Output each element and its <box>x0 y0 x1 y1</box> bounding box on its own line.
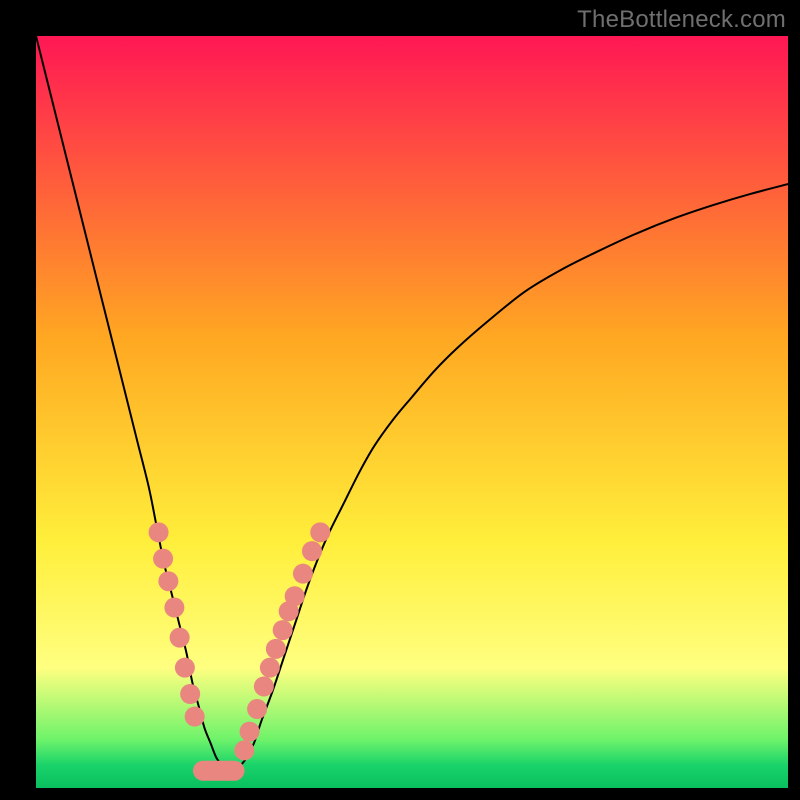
plot-area <box>36 36 788 788</box>
left-cluster-dots-5 <box>175 658 195 678</box>
left-cluster-dots-4 <box>170 628 190 648</box>
right-cluster-dots-3 <box>254 676 274 696</box>
right-cluster-dots-0 <box>234 740 254 760</box>
right-cluster-dots-4 <box>260 658 280 678</box>
left-cluster-dots-6 <box>180 684 200 704</box>
right-cluster-dots-6 <box>273 620 293 640</box>
watermark-text: TheBottleneck.com <box>577 6 786 34</box>
plot-svg <box>36 36 788 788</box>
left-cluster-dots-2 <box>158 571 178 591</box>
left-cluster-dots-3 <box>164 598 184 618</box>
gradient-background <box>36 36 788 788</box>
right-cluster-dots-11 <box>310 522 330 542</box>
chart-root: TheBottleneck.com <box>0 0 800 800</box>
right-cluster-dots-2 <box>247 699 267 719</box>
right-cluster-dots-1 <box>240 722 260 742</box>
right-cluster-dots-5 <box>266 639 286 659</box>
right-cluster-dots-10 <box>302 541 322 561</box>
left-cluster-dots-7 <box>185 707 205 727</box>
right-cluster-dots-9 <box>293 564 313 584</box>
right-cluster-dots-8 <box>285 586 305 606</box>
left-cluster-dots-1 <box>153 549 173 569</box>
valley-capsule <box>193 761 245 781</box>
left-cluster-dots-0 <box>149 522 169 542</box>
